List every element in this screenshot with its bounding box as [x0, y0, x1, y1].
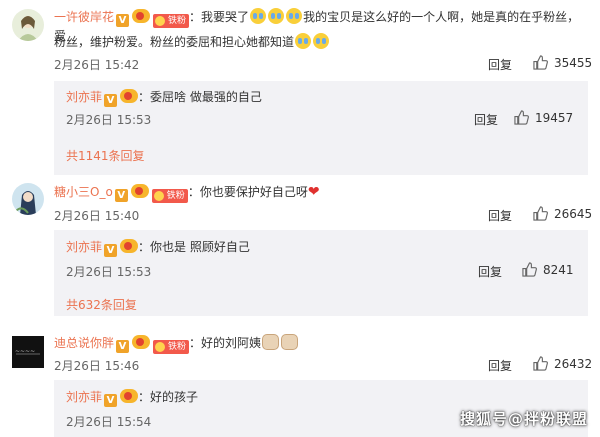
comment-time: 2月26日 15:42	[54, 58, 140, 72]
crying-emoji-icon	[313, 33, 330, 49]
reply-box: 刘亦菲 V ：你也是 照顾好自己 2月26日 15:53 回复 8241 共632条…	[54, 230, 588, 316]
thumbs-up-icon	[514, 110, 529, 125]
thumbs-up-icon	[522, 262, 537, 277]
crying-emoji-icon	[250, 8, 267, 24]
avatar[interactable]	[12, 9, 44, 41]
comment-time: 2月26日 15:46	[54, 359, 140, 373]
reply-button[interactable]: 回复	[488, 357, 512, 374]
fan-badge: 铁粉	[151, 189, 188, 203]
verified-icon: V	[114, 189, 128, 202]
verified-icon: V	[116, 340, 130, 353]
reply-text: 刘亦菲 V ：你也是 照顾好自己	[66, 239, 250, 257]
comment-1: 一许彼岸花 V 铁粉 ：我要哭了 我的宝贝是这么好的一个人啊，她是真的在乎粉丝，爱 粉丝…	[0, 0, 600, 175]
more-replies-link[interactable]: 共1141条回复	[66, 147, 145, 164]
svg-text:~~~~: ~~~~	[15, 348, 35, 355]
comment-text: 糖小三O_o V 铁粉 ：你也要保护好自己呀❤	[54, 184, 320, 203]
username[interactable]: 一许彼岸花	[54, 10, 114, 24]
avatar[interactable]: ~~~~	[12, 336, 44, 368]
reply-box: 刘亦菲 V ：委屈啥 做最强的自己 2月26日 15:53 回复 19457 共11…	[54, 81, 588, 175]
level-badge-icon	[120, 389, 139, 403]
like-button[interactable]: 26645	[533, 206, 592, 221]
thumbs-up-icon	[533, 55, 548, 70]
comment-2: 糖小三O_o V 铁粉 ：你也要保护好自己呀❤ 2月26日 15:40 回复 2664…	[0, 175, 600, 320]
reply-text: 刘亦菲 V ：好的孩子	[66, 389, 199, 407]
reply-button[interactable]: 回复	[488, 56, 512, 73]
username[interactable]: 迪总说你胖	[54, 336, 114, 350]
comment-text-line2: 粉丝，维护粉爱。粉丝的委屈和担心她都知道	[54, 33, 586, 51]
like-button[interactable]: 26432	[533, 356, 592, 371]
heart-icon: ❤	[307, 184, 320, 200]
crying-emoji-icon	[295, 33, 312, 49]
verified-icon: V	[104, 244, 118, 257]
reply-button[interactable]: 回复	[478, 263, 502, 280]
reply-username[interactable]: 刘亦菲	[66, 240, 102, 254]
more-replies-link[interactable]: 共632条回复	[66, 296, 137, 313]
verified-icon: V	[116, 14, 130, 27]
like-button[interactable]: 8241	[522, 262, 574, 277]
cat-emoji-icon	[262, 334, 280, 350]
crying-emoji-icon	[268, 8, 285, 24]
level-badge-icon	[132, 9, 151, 23]
thumbs-up-icon	[533, 206, 548, 221]
level-badge-icon	[130, 184, 149, 198]
reply-button[interactable]: 回复	[474, 111, 498, 128]
watermark: 搜狐号@拌粉联盟	[459, 410, 588, 428]
like-button[interactable]: 35455	[533, 55, 592, 70]
crying-emoji-icon	[286, 8, 303, 24]
thumbs-up-icon	[533, 356, 548, 371]
cat-emoji-icon	[281, 334, 299, 350]
reply-time: 2月26日 15:53	[66, 265, 152, 279]
comment-time: 2月26日 15:40	[54, 209, 140, 223]
comment-text: 迪总说你胖 V 铁粉 ：好的刘阿姨	[54, 334, 586, 354]
level-badge-icon	[120, 239, 139, 253]
fan-badge: 铁粉	[153, 14, 190, 28]
reply-time: 2月26日 15:54	[66, 415, 152, 429]
level-badge-icon	[132, 335, 151, 349]
avatar[interactable]	[12, 183, 44, 215]
level-badge-icon	[120, 89, 139, 103]
reply-button[interactable]: 回复	[488, 207, 512, 224]
username[interactable]: 糖小三O_o	[54, 185, 113, 199]
fan-badge: 铁粉	[153, 340, 190, 354]
reply-time: 2月26日 15:53	[66, 113, 152, 127]
verified-icon: V	[104, 94, 118, 107]
reply-username[interactable]: 刘亦菲	[66, 90, 102, 104]
like-button[interactable]: 19457	[514, 110, 573, 125]
verified-icon: V	[104, 394, 118, 407]
reply-text: 刘亦菲 V ：委屈啥 做最强的自己	[66, 89, 262, 107]
reply-username[interactable]: 刘亦菲	[66, 390, 102, 404]
